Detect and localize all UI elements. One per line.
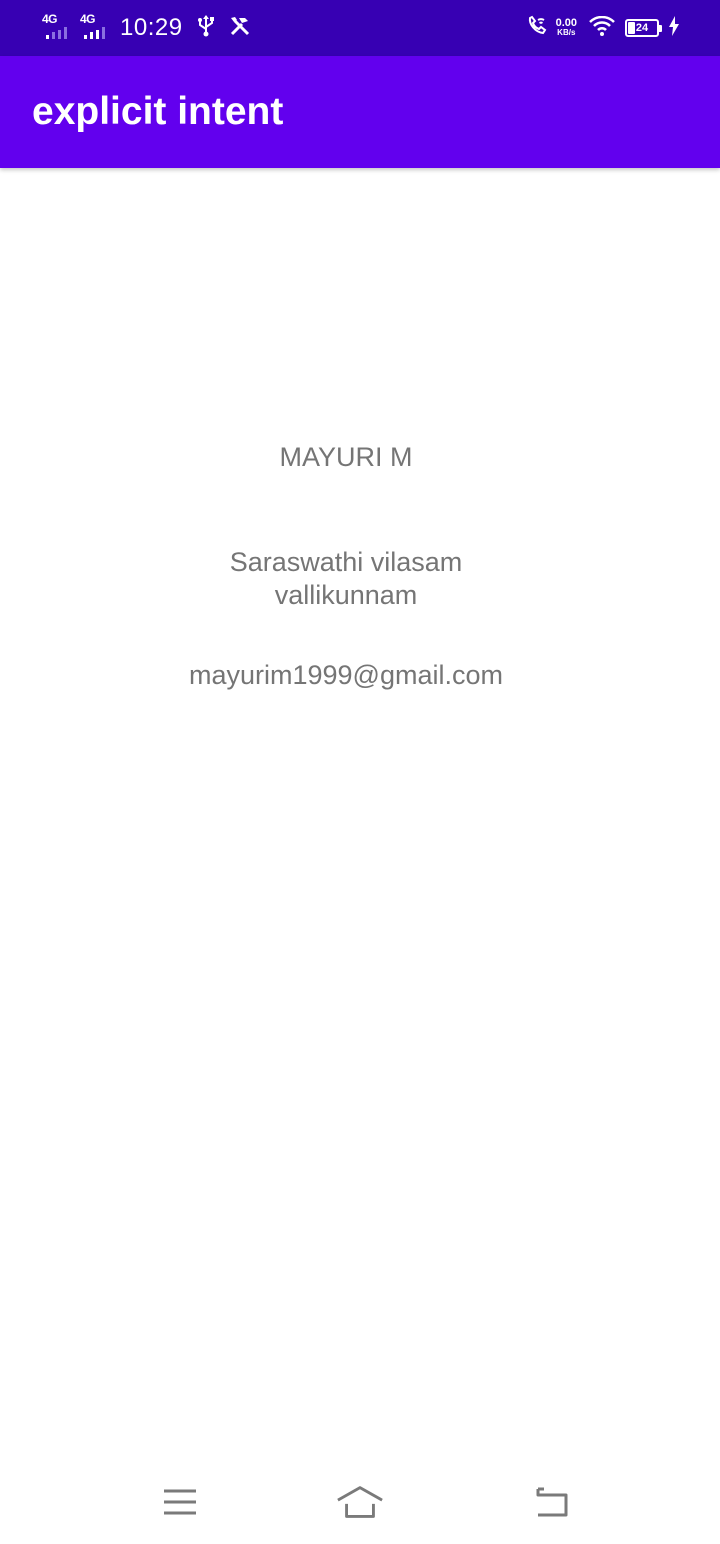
address-line-2: vallikunnam xyxy=(274,580,418,610)
navigation-bar xyxy=(0,1460,720,1544)
home-button[interactable] xyxy=(336,1480,384,1524)
back-button[interactable] xyxy=(526,1480,574,1524)
app-bar: explicit intent xyxy=(0,56,720,168)
sim1-signal: 4G xyxy=(42,13,76,43)
name-text: MAYURI M xyxy=(279,442,413,472)
battery-tip xyxy=(659,24,662,32)
speed-value: 0.00 xyxy=(555,17,577,29)
sim1-network-label: 4G xyxy=(42,12,58,26)
speed-unit: KB/s xyxy=(557,28,576,37)
sim2-signal: 4G xyxy=(80,13,114,43)
wifi-calling-icon xyxy=(526,15,548,42)
recent-apps-button[interactable] xyxy=(156,1480,204,1524)
network-speed: 0.00 KB/s xyxy=(556,18,577,38)
battery-level: 24 xyxy=(635,22,649,34)
menu-icon xyxy=(164,1489,196,1515)
email-text: mayurim1999@gmail.com xyxy=(188,660,503,690)
status-bar: 4G 4G 10:29 0.00 KB/s 24 xyxy=(0,0,720,56)
clock: 10:29 xyxy=(120,14,183,41)
back-icon xyxy=(536,1487,568,1517)
developer-tools-icon xyxy=(229,15,251,42)
signal-bars-icon xyxy=(46,27,67,39)
wifi-icon xyxy=(589,15,615,41)
home-icon xyxy=(337,1486,383,1518)
charging-bolt-icon xyxy=(668,15,680,41)
status-bar-left: 4G 4G 10:29 xyxy=(42,0,251,56)
signal-bars-icon xyxy=(84,27,105,39)
address-line-1: Saraswathi vilasam xyxy=(229,547,463,577)
usb-icon xyxy=(197,14,215,42)
battery-icon: 24 xyxy=(625,19,659,37)
app-title: explicit intent xyxy=(32,90,284,133)
sim2-network-label: 4G xyxy=(80,12,96,26)
status-bar-right: 0.00 KB/s 24 xyxy=(526,0,680,56)
